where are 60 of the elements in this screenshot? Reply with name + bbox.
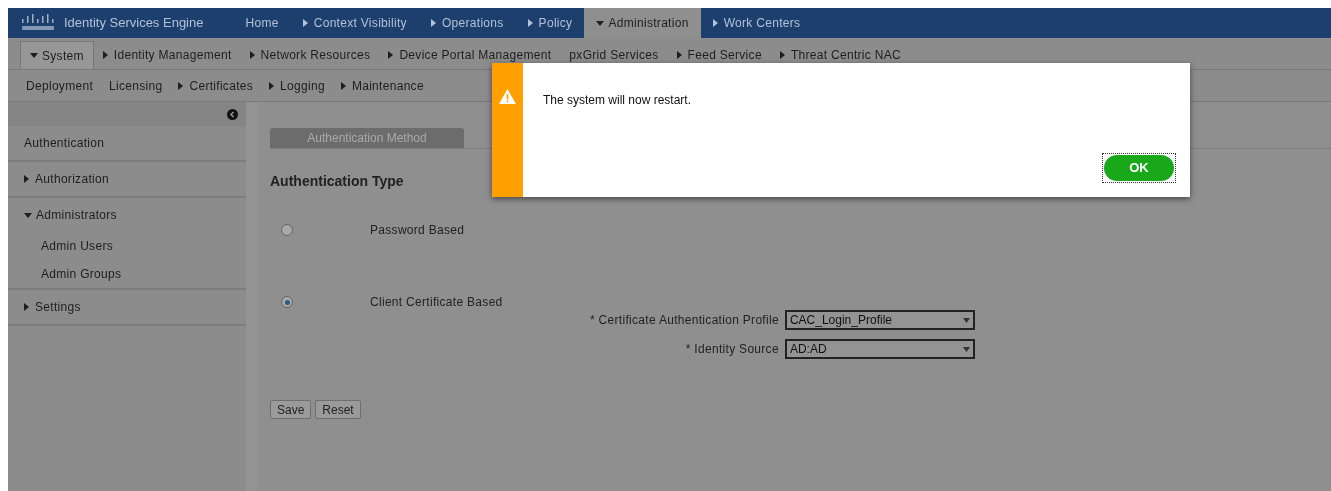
caret-right-icon <box>302 19 308 27</box>
caret-down-icon <box>596 20 605 26</box>
nav-tab[interactable]: Work Centers <box>700 8 813 38</box>
caret-right-icon <box>340 81 346 90</box>
sidebar-item[interactable]: Authentication <box>8 126 246 160</box>
sub-tab[interactable]: System <box>20 41 94 69</box>
select-field[interactable]: CAC_Login_Profile <box>784 310 975 330</box>
caret-right-icon <box>527 19 533 27</box>
dropdown-icon <box>962 317 970 323</box>
nav-tab[interactable]: Context Visibility <box>290 8 419 38</box>
sub-tab[interactable]: Device Portal Management <box>379 41 561 69</box>
nav-tab[interactable]: Home <box>233 8 291 38</box>
select-field[interactable]: AD:AD <box>784 339 975 359</box>
dialog-message: The system will now restart. <box>543 92 693 109</box>
field-label: * Identity Source <box>685 341 779 358</box>
radio-label: Password Based <box>370 222 465 239</box>
logo-icon <box>20 14 56 32</box>
caret-right-icon <box>178 81 184 90</box>
caret-right-icon <box>24 175 29 183</box>
sub-tab[interactable]: Feed Service <box>667 41 771 69</box>
caret-right-icon <box>102 51 108 59</box>
sub-tab[interactable]: pxGrid Services <box>560 41 668 69</box>
caret-right-icon <box>388 51 394 59</box>
collapse-icon[interactable] <box>227 108 238 120</box>
menu-link[interactable]: Logging <box>269 76 325 95</box>
sidebar-item[interactable]: Administrators <box>8 198 246 232</box>
sidebar-subitem[interactable]: Admin Groups <box>8 260 246 288</box>
warning-icon <box>499 89 516 104</box>
caret-right-icon <box>249 51 255 59</box>
caret-right-icon <box>24 303 29 311</box>
nav-tab[interactable]: Policy <box>515 8 585 38</box>
menu-link[interactable]: Certificates <box>178 76 254 95</box>
sub-tab[interactable]: Threat Centric NAC <box>770 41 910 69</box>
form-button[interactable]: Reset <box>315 400 361 419</box>
menu-link[interactable]: Maintenance <box>340 76 424 95</box>
sidebar-subitem[interactable]: Admin Users <box>8 232 246 260</box>
sub-tab[interactable]: Identity Management <box>93 41 241 69</box>
field-label: * Certificate Authentication Profile <box>590 312 779 329</box>
caret-right-icon <box>269 81 275 90</box>
radio-button[interactable] <box>281 296 293 308</box>
sub-tab[interactable]: Network Resources <box>240 41 380 69</box>
caret-down-icon <box>24 212 32 218</box>
dropdown-icon <box>962 346 970 352</box>
menu-link[interactable]: Licensing <box>109 76 163 95</box>
nav-tab[interactable]: Administration <box>584 8 701 38</box>
sidebar-item[interactable]: Authorization <box>8 162 246 196</box>
caret-down-icon <box>30 53 38 58</box>
caret-right-icon <box>779 51 785 59</box>
section-heading: Authentication Type <box>270 172 405 191</box>
radio-label: Client Certificate Based <box>370 294 503 311</box>
product-name: Identity Services Engine <box>64 14 204 33</box>
radio-button[interactable] <box>281 224 293 236</box>
sidebar-item[interactable]: Settings <box>8 290 246 324</box>
caret-right-icon <box>712 19 718 27</box>
ok-button[interactable]: OK <box>1104 155 1174 181</box>
caret-right-icon <box>430 19 436 27</box>
form-button[interactable]: Save <box>270 400 312 419</box>
caret-right-icon <box>676 51 682 59</box>
nav-tab[interactable]: Operations <box>418 8 516 38</box>
menu-link[interactable]: Deployment <box>26 76 94 95</box>
